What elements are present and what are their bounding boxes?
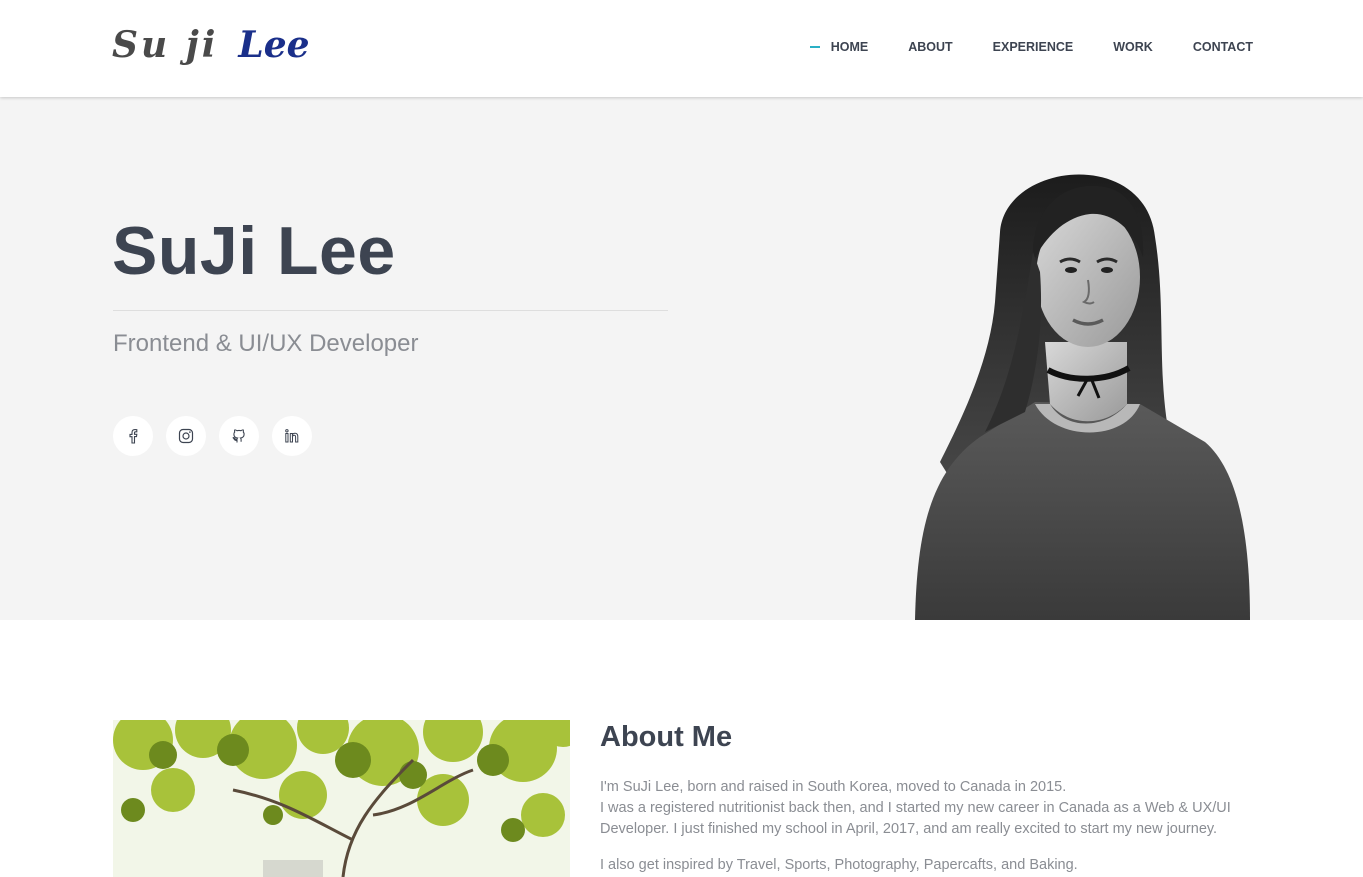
social-links — [113, 416, 325, 456]
instagram-icon — [178, 428, 194, 444]
instagram-link[interactable] — [166, 416, 206, 456]
logo-first-name: Su ji — [112, 24, 219, 66]
github-icon — [232, 429, 245, 443]
nav-experience-label: EXPERIENCE — [992, 40, 1074, 54]
about-paragraph-1: I'm SuJi Lee, born and raised in South K… — [600, 777, 1250, 840]
nav-contact[interactable]: CONTACT — [1193, 40, 1253, 54]
nav-about-label: ABOUT — [908, 40, 953, 54]
nav-work[interactable]: WORK — [1113, 40, 1153, 54]
github-link[interactable] — [219, 416, 259, 456]
about-heading: About Me — [600, 721, 733, 753]
about-paragraph-2: I also get inspired by Travel, Sports, P… — [600, 857, 1078, 873]
about-line-2: I was a registered nutritionist back the… — [600, 800, 1231, 837]
hero-subtitle: Frontend & UI/UX Developer — [113, 330, 419, 357]
profile-portrait-image — [915, 174, 1250, 620]
logo-last-name: Lee — [238, 24, 310, 66]
facebook-link[interactable] — [113, 416, 153, 456]
hero-name: SuJi Lee — [112, 213, 396, 289]
nav-experience[interactable]: EXPERIENCE — [993, 40, 1074, 54]
main-nav: HOME ABOUT EXPERIENCE WORK CONTACT — [809, 40, 1253, 54]
linkedin-link[interactable] — [272, 416, 312, 456]
hero-section: SuJi Lee Frontend & UI/UX Developer — [0, 97, 1363, 620]
logo[interactable]: Su ji Lee — [112, 24, 310, 70]
facebook-icon — [129, 429, 138, 444]
nav-contact-label: CONTACT — [1192, 40, 1253, 54]
linkedin-icon — [285, 429, 299, 443]
active-indicator — [809, 46, 820, 48]
site-header: Su ji Lee HOME ABOUT EXPERIENCE WORK CON… — [0, 0, 1363, 97]
nav-home-label: HOME — [830, 40, 869, 54]
hero-divider — [113, 310, 668, 311]
about-photo — [113, 720, 570, 877]
nav-home[interactable]: HOME — [809, 40, 869, 54]
about-text: I'm SuJi Lee, born and raised in South K… — [600, 777, 1250, 877]
nav-work-label: WORK — [1113, 40, 1153, 54]
about-line-1: I'm SuJi Lee, born and raised in South K… — [600, 779, 1067, 795]
nav-about[interactable]: ABOUT — [908, 40, 952, 54]
